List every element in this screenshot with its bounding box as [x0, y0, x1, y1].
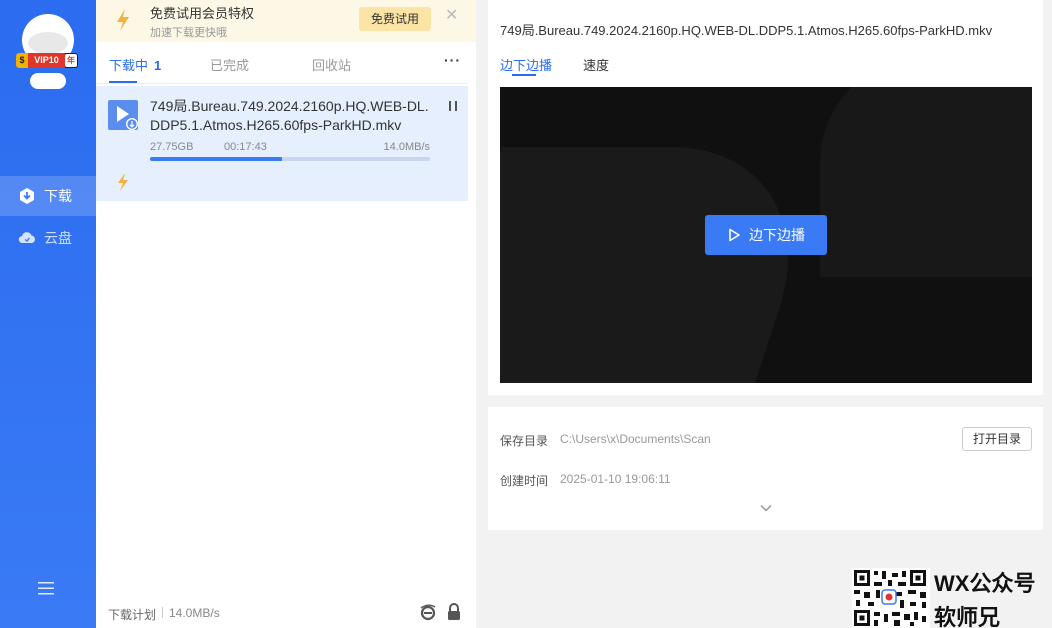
- download-tabs: 下载中 1 已完成 回收站 ···: [96, 42, 468, 84]
- created-time-label: 创建时间: [500, 474, 549, 488]
- promo-subtitle: 加速下载更快哦: [150, 27, 227, 39]
- cloud-icon: [18, 232, 35, 244]
- player-bg-shape: [820, 87, 1032, 277]
- task-speed: 14.0MB/s: [383, 141, 430, 153]
- save-dir-label: 保存目录: [500, 434, 549, 448]
- browser-ie-icon[interactable]: [419, 603, 437, 621]
- tab-active-indicator: [109, 81, 137, 83]
- tab-downloading[interactable]: 下载中 1: [109, 55, 161, 74]
- close-icon[interactable]: ✕: [445, 8, 459, 24]
- tab-speed[interactable]: 速度: [583, 55, 609, 74]
- watermark: WX公众号 软师兄: [852, 566, 1052, 628]
- watermark-line1: WX公众号: [934, 571, 1036, 596]
- total-speed: 14.0MB/s: [169, 606, 220, 620]
- nav-cloud-label: 云盘: [44, 230, 72, 246]
- nav-download[interactable]: 下载: [0, 176, 96, 216]
- open-directory-button[interactable]: 打开目录: [962, 427, 1032, 451]
- lock-icon[interactable]: [446, 603, 462, 621]
- video-player[interactable]: 边下边播: [500, 87, 1032, 383]
- task-filename: 749局.Bureau.749.2024.2160p.HQ.WEB-DL.DDP…: [150, 98, 429, 133]
- play-icon: [729, 228, 740, 242]
- info-card: 保存目录 C:\Users\x\Documents\Scan 打开目录 创建时间…: [488, 407, 1043, 530]
- download-list-panel: 免费试用会员特权 加速下载更快哦 免费试用 ✕ 下载中 1 已完成 回收站 ···…: [96, 0, 476, 628]
- vip-badge-suffix: 年: [65, 54, 77, 67]
- speed-boost-icon[interactable]: [116, 172, 130, 192]
- task-remaining-time: 00:17:43: [224, 141, 267, 153]
- qr-code-icon: [852, 568, 930, 628]
- watermark-line2: 软师兄: [934, 605, 1001, 628]
- tab-downloading-count: 1: [154, 58, 162, 73]
- tab-completed[interactable]: 已完成: [210, 55, 249, 74]
- vip-badge-label: VIP10: [28, 53, 65, 68]
- task-size: 27.75GB: [150, 141, 194, 153]
- download-task-item[interactable]: 749局.Bureau.749.2024.2160p.HQ.WEB-DL.DDP…: [96, 86, 468, 201]
- video-file-icon: [108, 100, 138, 130]
- task-progress-fill: [150, 157, 282, 161]
- play-button-label: 边下边播: [749, 227, 805, 243]
- detail-tab-indicator: [512, 74, 536, 76]
- detail-card: 749局.Bureau.749.2024.2160p.HQ.WEB-DL.DDP…: [488, 0, 1043, 395]
- status-footer: 下载计划 14.0MB/s: [96, 598, 476, 628]
- vip-badge-symbol: $: [16, 53, 28, 68]
- promo-title: 免费试用会员特权: [150, 6, 255, 21]
- nav-cloud[interactable]: 云盘: [0, 218, 96, 258]
- free-trial-button[interactable]: 免费试用: [359, 7, 431, 31]
- footer-divider: [162, 607, 163, 618]
- hamburger-menu-icon[interactable]: [36, 580, 56, 596]
- avatar-image: [28, 32, 68, 54]
- task-detail-panel: 749局.Bureau.749.2024.2160p.HQ.WEB-DL.DDP…: [476, 0, 1052, 628]
- lightning-icon: [117, 9, 129, 31]
- download-hex-icon: [20, 188, 34, 204]
- player-bg-shape: [500, 147, 832, 383]
- save-dir-value: C:\Users\x\Documents\Scan: [560, 432, 711, 446]
- play-while-downloading-button[interactable]: 边下边播: [705, 215, 827, 255]
- task-progress-bar: [150, 157, 430, 161]
- download-plan-button[interactable]: 下载计划: [108, 606, 156, 623]
- user-name-pill[interactable]: [30, 73, 66, 89]
- pause-icon[interactable]: [447, 100, 459, 112]
- detail-filename: 749局.Bureau.749.2024.2160p.HQ.WEB-DL.DDP…: [500, 23, 993, 38]
- tab-downloading-label: 下载中: [109, 58, 149, 73]
- promo-banner: 免费试用会员特权 加速下载更快哦 免费试用 ✕: [96, 0, 476, 42]
- tab-recycle-bin[interactable]: 回收站: [312, 55, 351, 74]
- chevron-down-icon[interactable]: [760, 504, 772, 512]
- vip-badge[interactable]: $ VIP10 年: [16, 53, 78, 68]
- nav-download-label: 下载: [44, 188, 72, 204]
- tab-play-while-downloading[interactable]: 边下边播: [500, 55, 552, 74]
- more-options-icon[interactable]: ···: [444, 52, 461, 68]
- created-time-value: 2025-01-10 19:06:11: [560, 472, 671, 486]
- sidebar: $ VIP10 年 下载 云盘: [0, 0, 96, 628]
